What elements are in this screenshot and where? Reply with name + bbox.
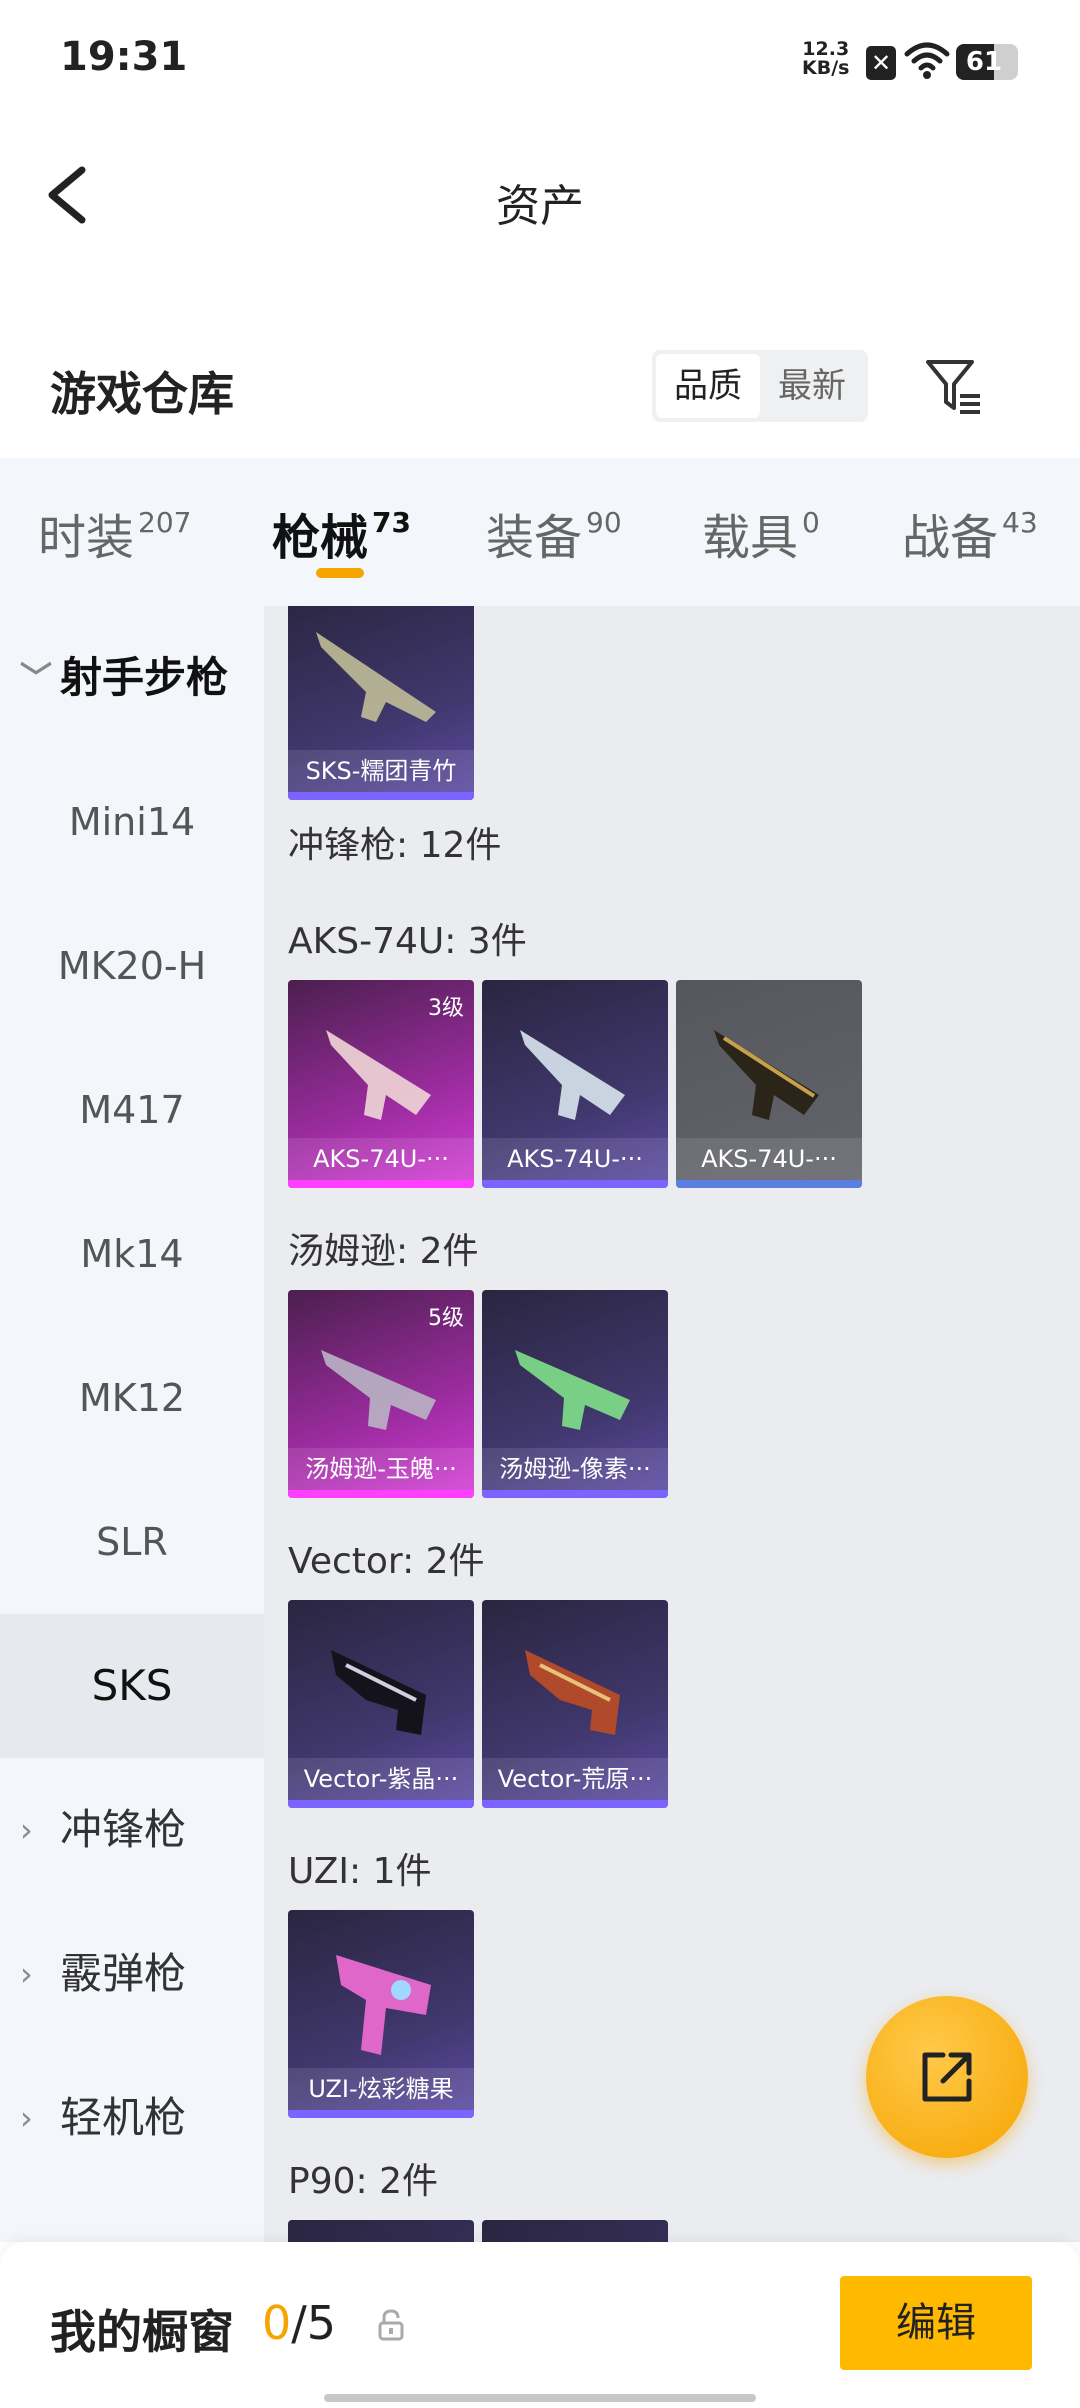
page-title: 资产 <box>496 181 584 232</box>
sidebar-item-mk20h[interactable]: MK20-H <box>0 894 264 1038</box>
share-icon <box>922 2052 972 2102</box>
sidebar-item-slr[interactable]: SLR <box>0 1470 264 1614</box>
section-title: P90: 2件 <box>288 2161 438 2202</box>
chevron-down-icon: ﹀ <box>20 659 53 697</box>
sim-off-icon: ✕ <box>866 46 896 80</box>
warehouse-title: 游戏仓库 <box>50 367 234 421</box>
home-indicator[interactable] <box>324 2394 756 2402</box>
smg-icon <box>326 1030 431 1120</box>
wifi-icon <box>904 42 950 79</box>
smg-icon <box>336 1955 431 2055</box>
category-heading: 冲锋枪: 12件 <box>288 825 502 866</box>
sort-latest[interactable]: 最新 <box>760 354 864 418</box>
tab-fashion[interactable]: 时装 207 <box>38 498 191 568</box>
weapon-card[interactable]: 汤姆逊-像素··· <box>482 1290 668 1498</box>
category-tabs: 时装 207 枪械 73 装备 90 载具 0 战备 43 <box>0 458 1080 606</box>
weapon-card[interactable]: AKS-74U-··· <box>482 980 668 1188</box>
weapon-card[interactable] <box>288 2220 474 2242</box>
sort-toggle: 品质 最新 <box>652 350 868 422</box>
network-speed: 12.3 KB/s <box>802 38 850 79</box>
section-title: UZI: 1件 <box>288 1851 432 1892</box>
tab-supplies[interactable]: 战备 43 <box>902 498 1038 568</box>
weapon-card[interactable] <box>482 2220 668 2242</box>
weapon-card[interactable]: 3级 AKS-74U-··· <box>288 980 474 1188</box>
weapon-card[interactable]: AKS-74U-··· <box>676 980 862 1188</box>
sidebar-group-lmg[interactable]: › 轻机枪 <box>0 2046 264 2190</box>
chevron-right-icon: › <box>20 1811 33 1849</box>
section-title: Vector: 2件 <box>288 1541 485 1582</box>
sidebar-item-mini14[interactable]: Mini14 <box>0 750 264 894</box>
filter-icon[interactable] <box>922 354 986 418</box>
lock-icon <box>378 2309 404 2341</box>
battery-icon: 61 <box>956 44 1018 80</box>
smg-icon <box>520 1030 625 1120</box>
sidebar-group-smg[interactable]: › 冲锋枪 <box>0 1758 264 1902</box>
status-bar: 19:31 12.3 KB/s ✕ 61 <box>0 0 1080 120</box>
sidebar-item-mk12[interactable]: MK12 <box>0 1326 264 1470</box>
showcase-count: 0/5 <box>262 2296 337 2350</box>
sidebar-item-sks[interactable]: SKS <box>0 1614 264 1758</box>
rifle-icon <box>316 632 436 722</box>
chevron-right-icon: › <box>20 2099 33 2137</box>
sidebar-item-mk14[interactable]: Mk14 <box>0 1182 264 1326</box>
tab-equipment[interactable]: 装备 90 <box>486 498 622 568</box>
weapon-card[interactable]: Vector-荒原··· <box>482 1600 668 1808</box>
weapon-card[interactable]: SKS-糯团青竹 <box>288 606 474 800</box>
weapon-type-sidebar: ﹀ 射手步枪 Mini14 MK20-H M417 Mk14 MK12 SLR … <box>0 606 264 2242</box>
edit-button[interactable]: 编辑 <box>840 2276 1032 2370</box>
sort-quality[interactable]: 品质 <box>656 354 760 418</box>
section-title: 汤姆逊: 2件 <box>288 1231 479 1272</box>
sidebar-group-shotgun[interactable]: › 霰弹枪 <box>0 1902 264 2046</box>
weapon-card[interactable]: UZI-炫彩糖果 <box>288 1910 474 2118</box>
smg-icon <box>714 1030 819 1120</box>
tab-firearms[interactable]: 枪械 73 <box>272 498 411 568</box>
smg-icon <box>331 1650 426 1735</box>
showcase-title: 我的橱窗 <box>50 2305 234 2359</box>
chevron-right-icon: › <box>20 1955 33 1993</box>
active-tab-indicator <box>316 568 364 578</box>
weapon-card[interactable]: 5级 汤姆逊-玉魄··· <box>288 1290 474 1498</box>
smg-icon <box>515 1350 630 1430</box>
sidebar-group-marksman[interactable]: ﹀ 射手步枪 <box>0 606 264 750</box>
showcase-bar: 我的橱窗 0/5 编辑 <box>0 2242 1080 2408</box>
section-title: AKS-74U: 3件 <box>288 921 527 962</box>
share-button[interactable] <box>866 1996 1028 2158</box>
clock: 19:31 <box>60 34 188 80</box>
tab-vehicles[interactable]: 载具 0 <box>702 498 820 568</box>
smg-icon <box>321 1350 436 1430</box>
sidebar-item-m417[interactable]: M417 <box>0 1038 264 1182</box>
weapon-card[interactable]: Vector-紫晶··· <box>288 1600 474 1808</box>
smg-icon <box>525 1650 620 1735</box>
